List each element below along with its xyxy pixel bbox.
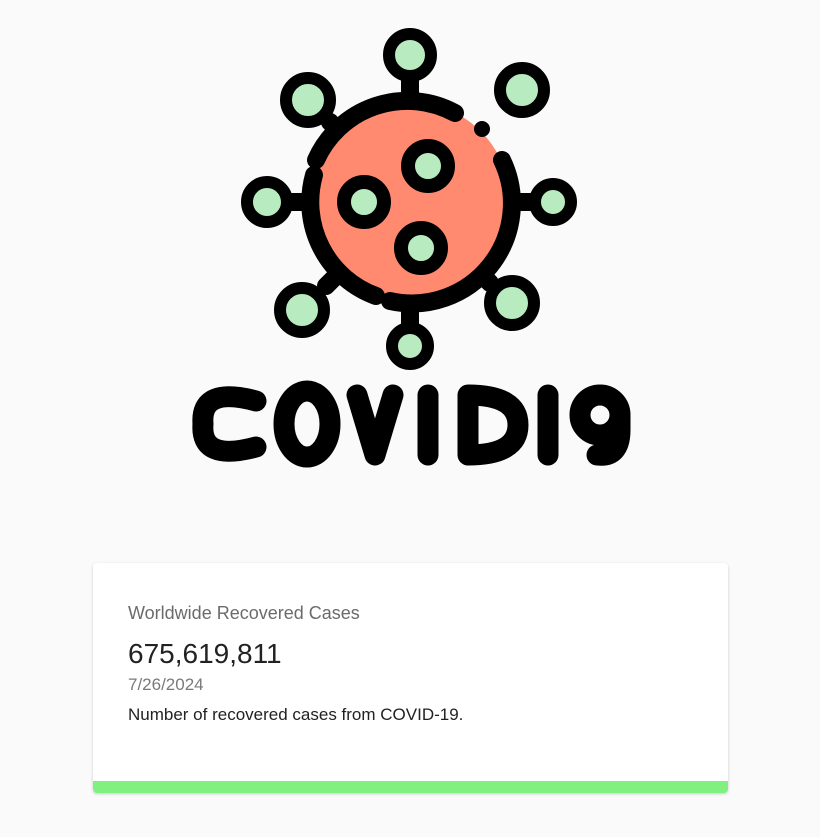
card-accent-bar <box>93 781 728 793</box>
card-description: Number of recovered cases from COVID-19. <box>128 705 464 724</box>
recovered-cases-card: Worldwide Recovered Cases 675,619,811 7/… <box>93 563 728 793</box>
virus-icon <box>192 28 631 468</box>
covid19-wordmark <box>192 380 631 468</box>
recovered-count: 675,619,811 <box>128 638 282 669</box>
card-title: Worldwide Recovered Cases <box>128 603 360 623</box>
card-date: 7/26/2024 <box>128 675 204 694</box>
covid19-logo <box>0 0 820 480</box>
